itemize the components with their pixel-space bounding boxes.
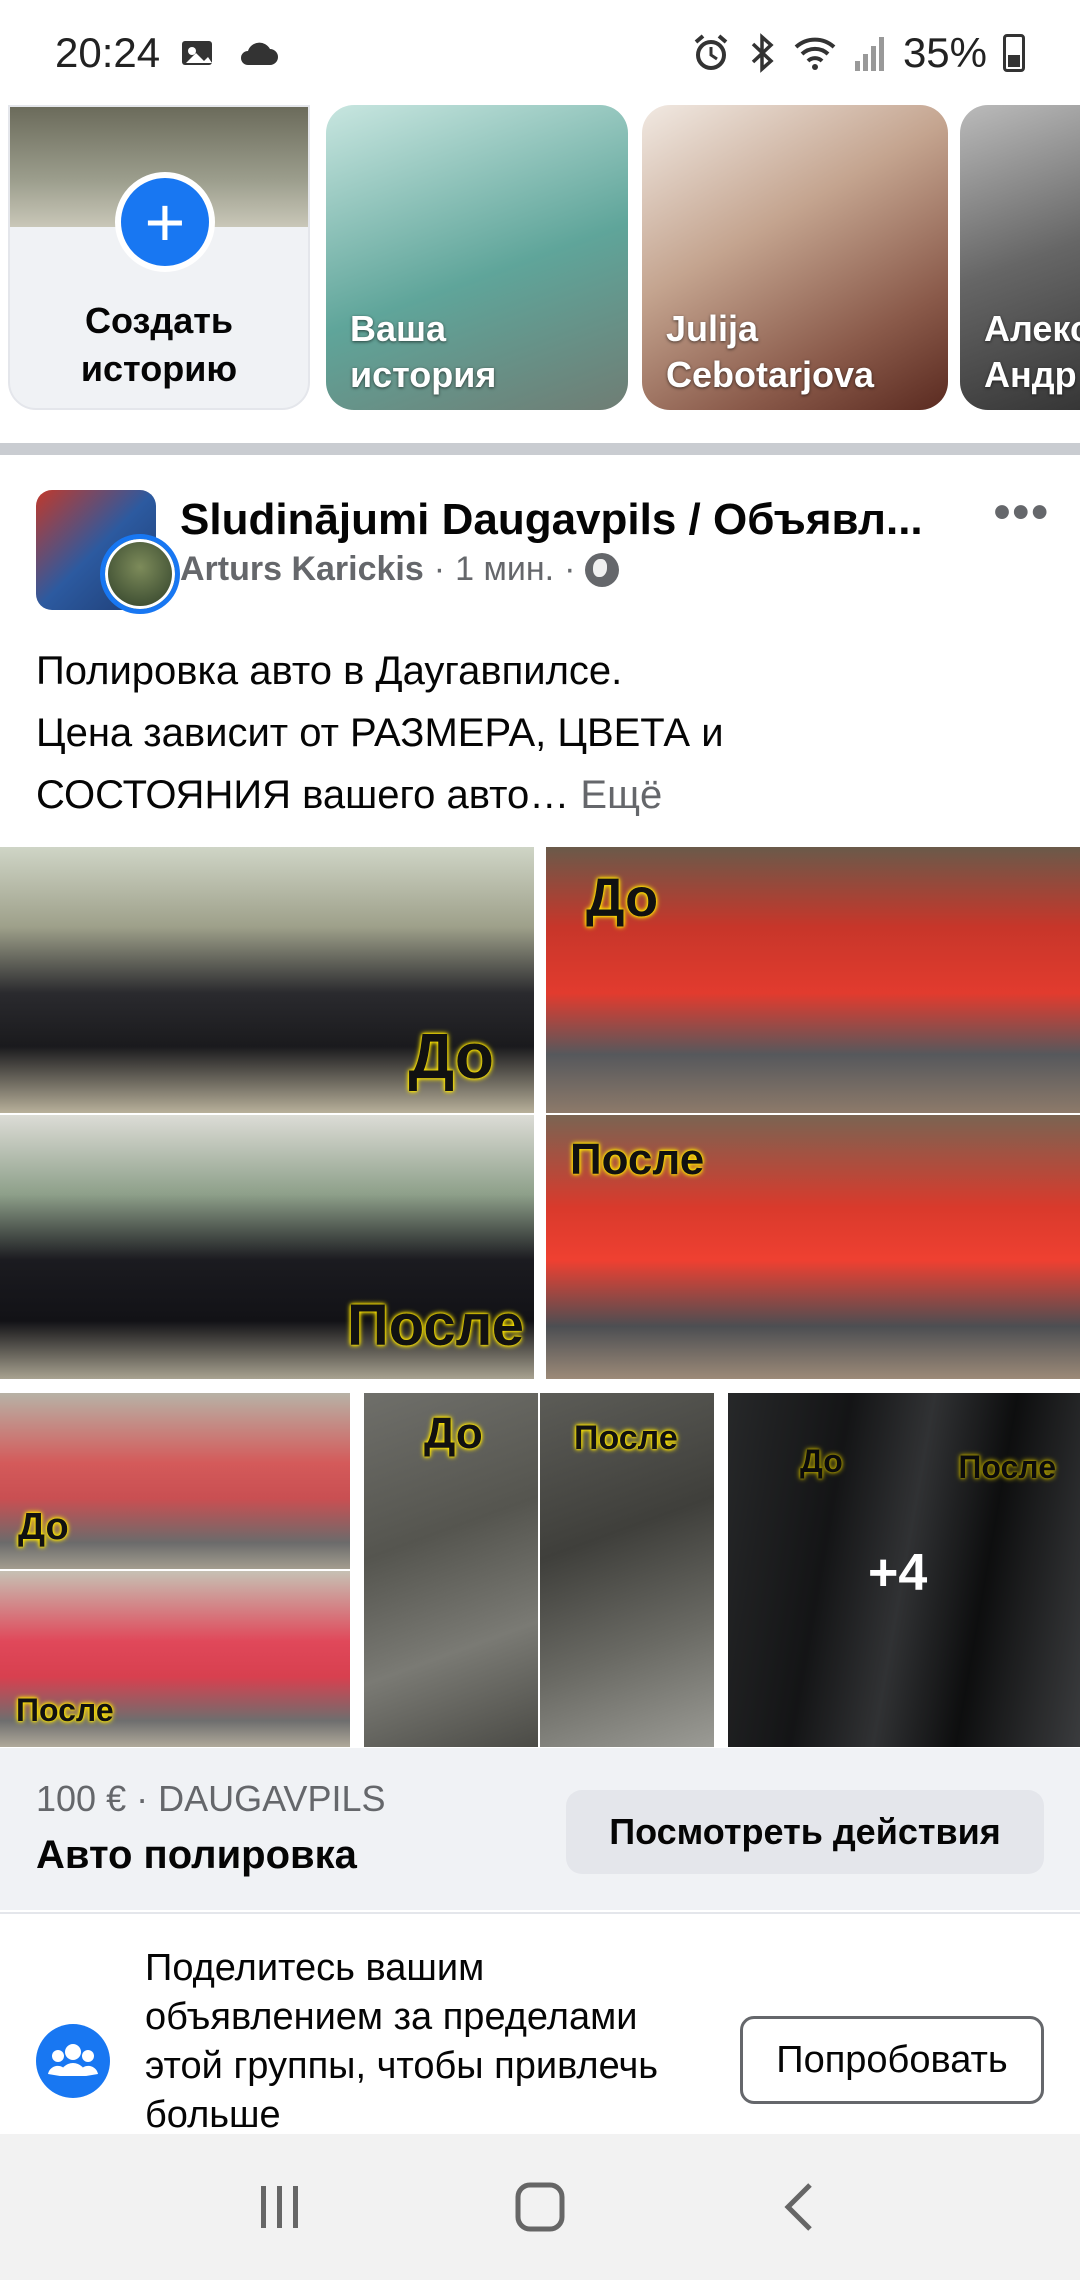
signal-icon (854, 36, 884, 71)
share-banner-text: Поделитесь вашим объявлением за пределам… (145, 1947, 659, 2136)
photo-rav4-before[interactable]: До (546, 847, 1080, 1113)
photo-lexus-before[interactable]: До (0, 847, 534, 1113)
post-text-line-end: СОСТОЯНИЯ вашего авто… (36, 773, 570, 817)
more-icon[interactable]: ••• (994, 489, 1050, 537)
story-card-aleks[interactable]: Алекс Андр (960, 105, 1080, 410)
status-bar: 20:24 35% (0, 0, 1080, 105)
photo-audi-after[interactable]: После (0, 1571, 350, 1747)
meta-separator: · (433, 550, 446, 588)
story-card-your-story[interactable]: Ваша история (326, 105, 628, 410)
before-label: До (424, 1409, 483, 1458)
photo-scratch-after[interactable]: После (540, 1393, 714, 1747)
try-button[interactable]: Попробовать (740, 2016, 1044, 2104)
system-nav-bar (0, 2134, 1080, 2280)
feed-divider (0, 443, 1080, 455)
photo-audi-before[interactable]: До (0, 1393, 350, 1569)
photo-lexus-after[interactable]: После (0, 1115, 534, 1379)
group-icon (36, 2024, 110, 2098)
before-label: До (408, 1020, 494, 1092)
photo-rav4-after[interactable]: После (546, 1115, 1080, 1379)
wifi-icon (794, 37, 836, 70)
post-time[interactable]: 1 мин. (455, 550, 554, 589)
story-author-name: Julija Cebotarjova (666, 308, 875, 395)
recents-icon[interactable] (250, 2177, 310, 2237)
meta-separator: · (564, 550, 576, 588)
photo-notification-icon (182, 40, 213, 65)
cloud-icon (241, 42, 279, 65)
globe-icon (585, 552, 620, 587)
post-meta: Arturs Karickis · 1 мин. · (180, 550, 620, 589)
after-label: После (16, 1692, 114, 1728)
photo-pillar-more[interactable]: До После +4 (728, 1393, 1080, 1747)
author-avatar[interactable] (100, 534, 180, 614)
marketplace-listing: 100 € · DAUGAVPILS Авто полировка Посмот… (0, 1748, 1080, 1910)
post-header: Sludinājumi Daugavpils / Объявл... Artur… (0, 489, 1080, 620)
home-icon[interactable] (510, 2177, 570, 2237)
before-label: До (18, 1506, 69, 1548)
share-listing-banner: Поделитесь вашим объявлением за пределам… (0, 1912, 1080, 2136)
after-label: После (347, 1293, 524, 1358)
post-text-line: Цена зависит от РАЗМЕРА, ЦВЕТА и (36, 711, 724, 755)
listing-price-location: 100 € · DAUGAVPILS (36, 1778, 386, 1819)
group-name[interactable]: Sludinājumi Daugavpils / Объявл... (180, 492, 940, 548)
stories-tray: + Создать историю Ваша история Julija Ce… (0, 105, 1080, 415)
story-author-name: Ваша история (350, 308, 497, 395)
listing-title[interactable]: Авто полировка (36, 1833, 357, 1878)
view-actions-button[interactable]: Посмотреть действия (566, 1790, 1044, 1874)
post-text-line: Полировка авто в Даугавпилсе. (36, 649, 623, 693)
create-story-card[interactable]: + Создать историю (8, 105, 310, 410)
post-text-line: СОСТОЯНИЯ вашего авто… Ещё (36, 764, 1046, 826)
see-more-link[interactable]: Ещё (580, 773, 662, 817)
bluetooth-icon (751, 32, 774, 73)
alarm-icon (694, 33, 728, 70)
after-label: После (574, 1419, 678, 1457)
author-name[interactable]: Arturs Karickis (180, 550, 424, 589)
create-story-label: Создать историю (80, 300, 238, 389)
back-icon[interactable] (770, 2177, 830, 2237)
post-text: Полировка авто в Даугавпилсе. Цена завис… (36, 640, 1046, 826)
group-avatar[interactable] (36, 490, 180, 614)
photo-gallery: До После До После До После До После До П… (0, 847, 1080, 1747)
battery-icon (1003, 33, 1025, 72)
photo-scratch-before[interactable]: До (364, 1393, 538, 1747)
story-card-julija[interactable]: Julija Cebotarjova (642, 105, 948, 410)
story-author-name: Алекс Андр (984, 308, 1080, 395)
status-time: 20:24 (55, 28, 161, 76)
battery-percent: 35% (902, 28, 987, 76)
before-label: До (586, 868, 659, 928)
after-label: После (570, 1135, 705, 1184)
more-photos-count: +4 (868, 1544, 928, 1602)
plus-icon: + (115, 172, 215, 272)
